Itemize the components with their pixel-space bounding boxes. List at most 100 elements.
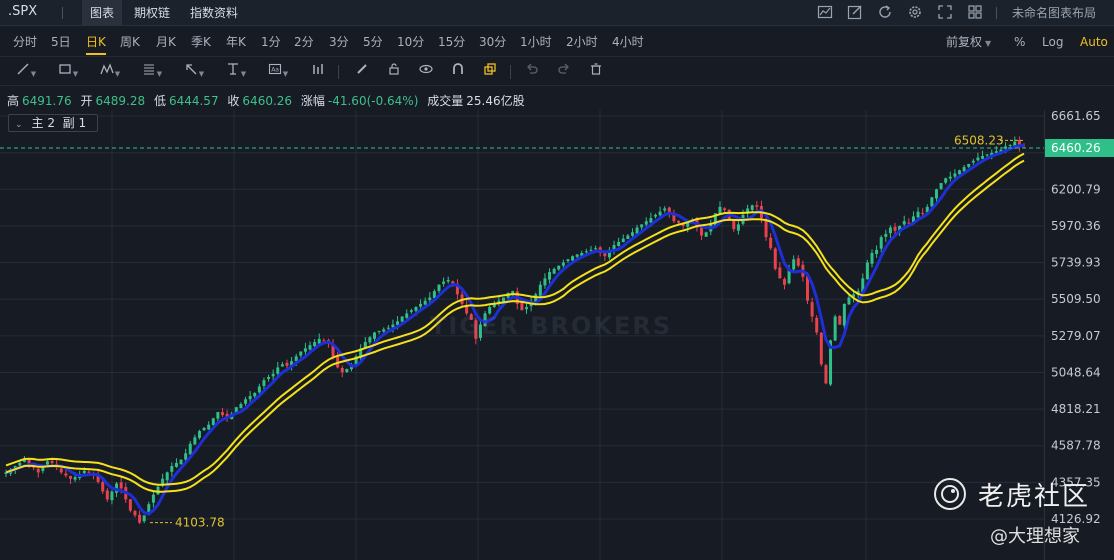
candle-body: [73, 477, 77, 480]
candle-body: [704, 232, 708, 237]
auto-toggle[interactable]: Auto: [1080, 27, 1108, 57]
separator: [338, 65, 339, 79]
symbol-label[interactable]: .SPX: [8, 4, 37, 19]
refresh-icon[interactable]: [876, 4, 894, 22]
layout-name-button[interactable]: 未命名图表布局: [1012, 0, 1096, 26]
period-10min[interactable]: 10分: [397, 27, 424, 57]
period-intraday[interactable]: 分时: [13, 27, 37, 57]
period-1min[interactable]: 1分: [261, 27, 281, 57]
y-tick-label: 6661.65: [1051, 110, 1101, 123]
change-label: 涨幅: [300, 94, 325, 108]
candle-body: [276, 367, 280, 374]
candle-body: [128, 499, 132, 511]
candle-body: [893, 226, 897, 231]
candle-body: [571, 256, 575, 261]
period-1hour[interactable]: 1小时: [520, 27, 552, 57]
delete-icon[interactable]: [582, 62, 610, 82]
period-2hour[interactable]: 2小时: [566, 27, 598, 57]
period-15min[interactable]: 15分: [438, 27, 465, 57]
period-4hour[interactable]: 4小时: [612, 27, 644, 57]
candle-body: [257, 386, 261, 393]
candle-body: [603, 253, 607, 257]
lock-icon[interactable]: [380, 62, 408, 82]
measure-icon[interactable]: ▼: [222, 62, 250, 82]
period-monthly[interactable]: 月K: [156, 27, 176, 57]
settings-icon[interactable]: [906, 4, 924, 22]
period-bar: 分时 5日 日K 周K 月K 季K 年K 1分 2分 3分 5分 10分 15分…: [0, 27, 1114, 57]
candle-body: [971, 160, 975, 163]
separator: [996, 7, 997, 19]
candle-body: [584, 251, 588, 253]
candle-body: [280, 364, 284, 367]
period-5min[interactable]: 5分: [363, 27, 383, 57]
candle-body: [723, 208, 727, 211]
candle-body: [773, 248, 777, 269]
separator: [510, 65, 511, 79]
candle-body: [944, 178, 948, 183]
y-tick-label: 4818.21: [1051, 402, 1101, 416]
magnet-icon[interactable]: [444, 62, 472, 82]
period-yearly[interactable]: 年K: [226, 27, 246, 57]
period-3min[interactable]: 3分: [329, 27, 349, 57]
fib-icon[interactable]: ▼: [138, 62, 166, 82]
period-weekly[interactable]: 周K: [120, 27, 140, 57]
bar-style-icon[interactable]: [304, 62, 332, 82]
candle-body: [373, 332, 377, 339]
candle-body: [437, 284, 441, 291]
candle-body: [630, 232, 634, 236]
period-5day[interactable]: 5日: [51, 27, 71, 57]
undo-icon[interactable]: [518, 62, 546, 82]
chart-icon[interactable]: [816, 4, 834, 22]
candle-body: [663, 208, 667, 211]
candle-body: [170, 466, 174, 472]
candle-body: [525, 307, 529, 310]
indicator-toggle[interactable]: ⌄ 主 2 副 1: [8, 114, 98, 132]
adjust-dropdown[interactable]: 前复权 ▼: [946, 27, 991, 57]
percent-toggle[interactable]: %: [1014, 27, 1025, 57]
fullscreen-icon[interactable]: [936, 4, 954, 22]
tab-option-chain[interactable]: 期权链: [126, 0, 178, 26]
candle-body: [303, 348, 307, 352]
candle-body: [736, 224, 740, 231]
candle-body: [409, 310, 413, 312]
trend-line-icon[interactable]: ▼: [12, 62, 40, 82]
pattern-icon[interactable]: ▼: [96, 62, 124, 82]
pencil-icon[interactable]: [348, 62, 376, 82]
candle-body: [423, 300, 427, 305]
candle-body: [561, 262, 565, 266]
candle-body: [216, 411, 220, 419]
candle-body: [552, 268, 556, 274]
tab-chart[interactable]: 图表: [82, 0, 123, 26]
period-30min[interactable]: 30分: [479, 27, 506, 57]
candle-body: [884, 233, 888, 237]
high-label: 高: [7, 94, 20, 108]
arrow-icon[interactable]: ▼: [180, 62, 208, 82]
candle-body: [879, 237, 883, 249]
candle-body: [921, 212, 925, 214]
candle-body: [939, 183, 943, 189]
text-icon[interactable]: Aa ▼: [264, 62, 292, 82]
grid-icon[interactable]: [966, 4, 984, 22]
group-icon[interactable]: [476, 62, 504, 82]
y-tick-label: 5048.64: [1051, 365, 1101, 379]
candle-body: [985, 154, 989, 156]
y-tick-label: 5279.07: [1051, 329, 1101, 343]
separator: [62, 7, 63, 19]
candle-body: [184, 453, 188, 460]
rectangle-icon[interactable]: ▼: [54, 62, 82, 82]
candle-body: [386, 327, 390, 329]
period-daily[interactable]: 日K: [86, 27, 106, 57]
log-toggle[interactable]: Log: [1042, 27, 1063, 57]
candle-body: [202, 427, 206, 431]
candle-body: [764, 218, 768, 238]
candle-body: [36, 468, 40, 473]
tab-index-info[interactable]: 指数资料: [182, 0, 246, 26]
candle-body: [548, 272, 552, 280]
period-2min[interactable]: 2分: [294, 27, 314, 57]
redo-icon[interactable]: [550, 62, 578, 82]
eye-icon[interactable]: [412, 62, 440, 82]
candle-body: [59, 468, 63, 473]
period-quarterly[interactable]: 季K: [191, 27, 211, 57]
edit-icon[interactable]: [846, 4, 864, 22]
main-indicator-count: 2: [47, 116, 56, 130]
